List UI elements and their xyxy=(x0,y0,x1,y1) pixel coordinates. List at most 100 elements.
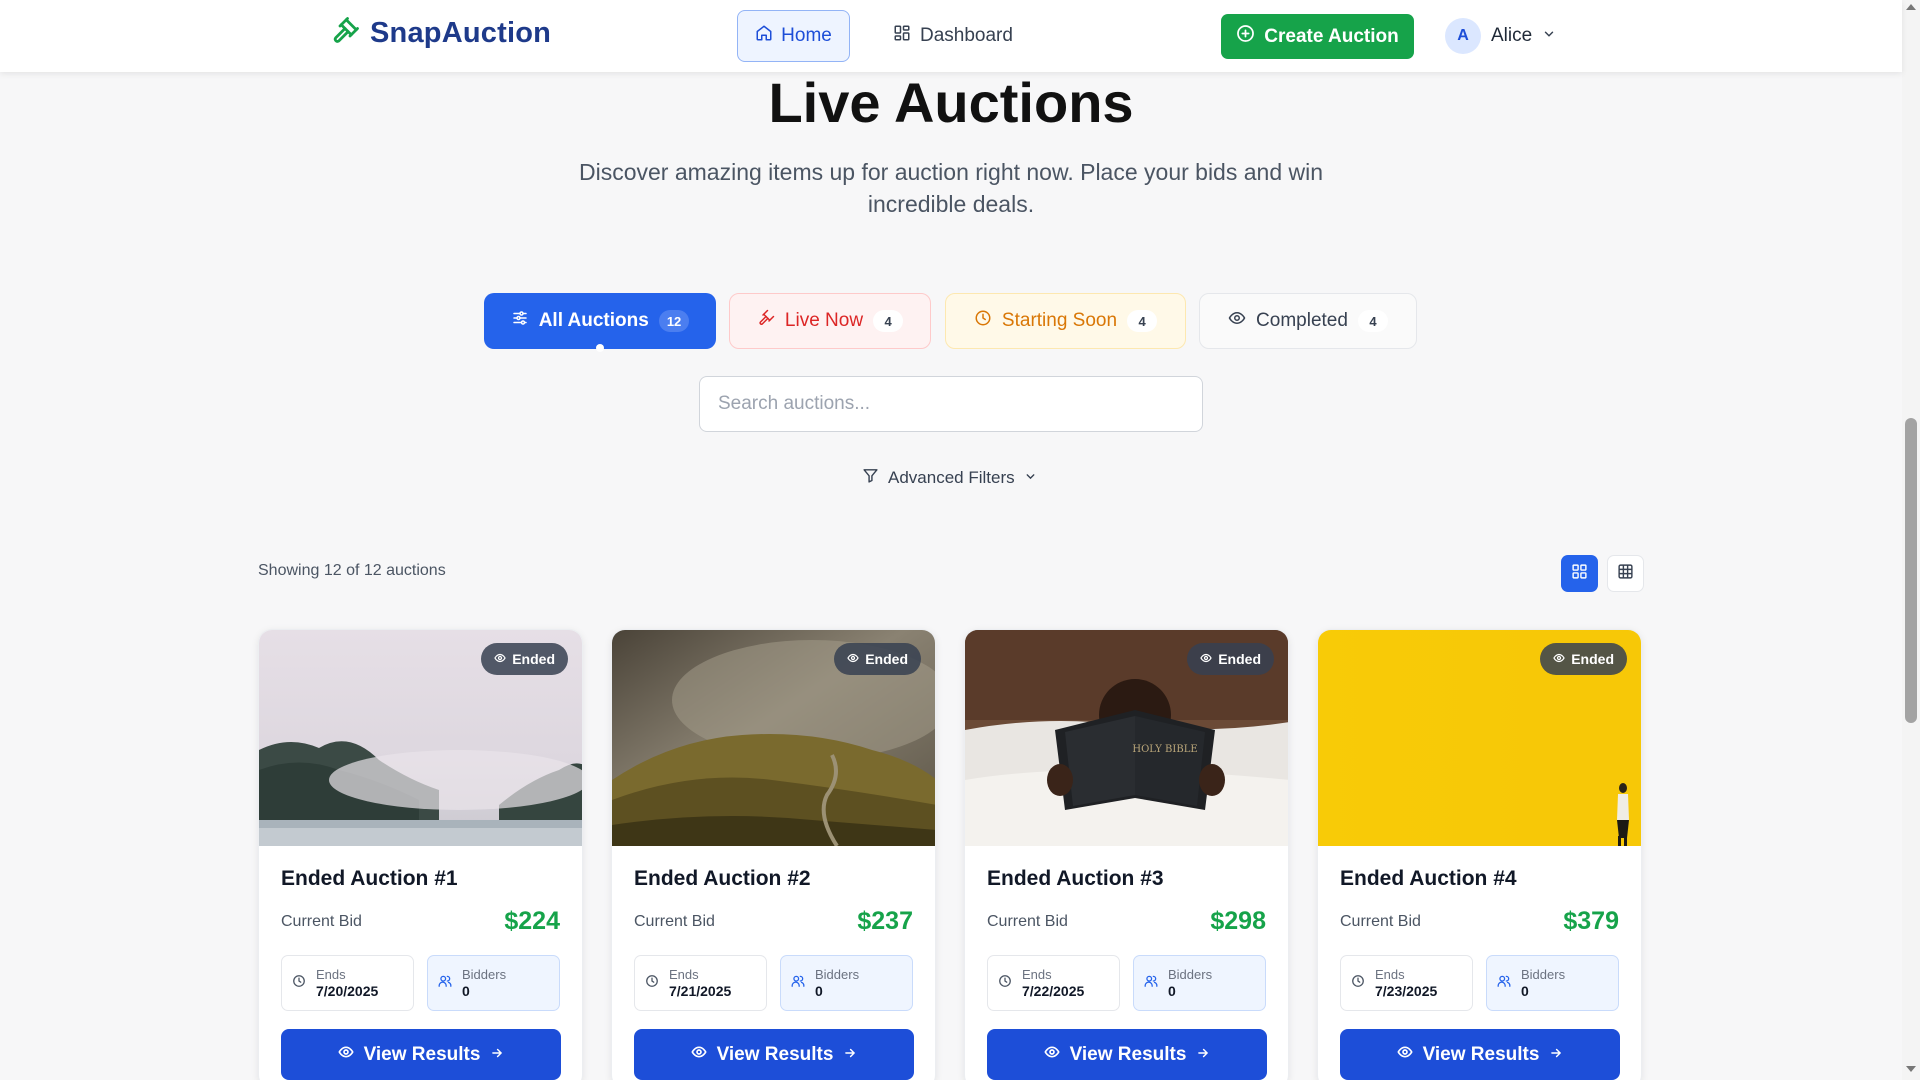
auction-title: Ended Auction #3 xyxy=(987,867,1164,890)
tab-label: All Auctions xyxy=(538,310,649,331)
ends-label: Ends xyxy=(316,967,346,982)
ends-stat: Ends 7/21/2025 xyxy=(634,955,767,1011)
dashboard-icon xyxy=(893,24,911,48)
bidders-stat: Bidders 0 xyxy=(780,955,913,1011)
clock-icon xyxy=(998,974,1012,993)
users-icon xyxy=(1497,974,1511,993)
view-results-button[interactable]: View Results xyxy=(987,1029,1267,1080)
arrow-right-icon xyxy=(490,1044,504,1066)
active-tab-indicator xyxy=(596,344,604,352)
gavel-icon xyxy=(330,16,360,51)
ends-value: 7/20/2025 xyxy=(316,983,379,999)
avatar: A xyxy=(1445,18,1481,54)
eye-icon xyxy=(1553,651,1565,667)
bidders-label: Bidders xyxy=(1521,967,1566,982)
eye-icon xyxy=(1043,1044,1060,1066)
ends-value: 7/22/2025 xyxy=(1022,983,1085,999)
nav-dashboard-label: Dashboard xyxy=(920,25,1013,46)
users-icon xyxy=(791,974,805,993)
results-count: Showing 12 of 12 auctions xyxy=(258,562,446,579)
ends-stat: Ends 7/22/2025 xyxy=(987,955,1120,1011)
scrollbar-thumb[interactable] xyxy=(1905,418,1917,723)
current-bid-value: $298 xyxy=(1210,907,1266,935)
status-badge-label: Ended xyxy=(865,651,908,667)
chevron-down-icon xyxy=(1024,468,1037,488)
tab-starting-soon[interactable]: Starting Soon 4 xyxy=(945,293,1186,349)
auction-card[interactable]: Ended Ended Auction #1 Current Bid $224 … xyxy=(258,629,583,1080)
search-input[interactable] xyxy=(699,376,1203,432)
bidders-label: Bidders xyxy=(1168,967,1213,982)
clock-icon xyxy=(645,974,659,993)
create-auction-label: Create Auction xyxy=(1264,25,1399,47)
status-badge-label: Ended xyxy=(512,651,555,667)
ends-value: 7/21/2025 xyxy=(669,983,732,999)
page-subtitle: Discover amazing items up for auction ri… xyxy=(578,159,1324,217)
status-badge-label: Ended xyxy=(1218,651,1261,667)
gavel-icon xyxy=(757,309,775,333)
view-results-button[interactable]: View Results xyxy=(1340,1029,1620,1080)
auction-title: Ended Auction #2 xyxy=(634,867,811,890)
status-badge: Ended xyxy=(481,643,568,675)
clock-icon xyxy=(292,974,306,993)
eye-icon xyxy=(1200,651,1212,667)
scroll-down-arrow-icon[interactable] xyxy=(1906,1066,1916,1072)
eye-icon xyxy=(1396,1044,1413,1066)
filter-icon xyxy=(862,467,879,489)
user-menu[interactable]: A Alice xyxy=(1445,18,1556,54)
bidders-value: 0 xyxy=(815,983,823,999)
advanced-filters-toggle[interactable]: Advanced Filters xyxy=(862,467,1037,489)
eye-icon xyxy=(847,651,859,667)
current-bid-value: $224 xyxy=(504,907,560,935)
arrow-right-icon xyxy=(1196,1044,1210,1066)
clock-icon xyxy=(974,309,992,333)
tab-count: 12 xyxy=(658,310,690,332)
current-bid-value: $379 xyxy=(1563,907,1619,935)
page-title: Live Auctions xyxy=(768,71,1134,134)
tab-count: 4 xyxy=(1357,310,1388,332)
create-auction-button[interactable]: Create Auction xyxy=(1221,14,1414,59)
brand-name: SnapAuction xyxy=(370,17,552,49)
view-results-label: View Results xyxy=(1069,1043,1187,1065)
sliders-icon xyxy=(511,309,529,333)
nav-home-link[interactable]: Home xyxy=(737,10,850,62)
advanced-filters-label: Advanced Filters xyxy=(888,468,1015,487)
status-badge: Ended xyxy=(834,643,921,675)
auction-card[interactable]: Ended Ended Auction #2 Current Bid $237 … xyxy=(611,629,936,1080)
auction-title: Ended Auction #1 xyxy=(281,867,458,890)
bidders-label: Bidders xyxy=(462,967,507,982)
tab-all-auctions[interactable]: All Auctions 12 xyxy=(484,293,716,352)
users-icon xyxy=(1144,974,1158,993)
arrow-right-icon xyxy=(1549,1044,1563,1066)
ends-stat: Ends 7/23/2025 xyxy=(1340,955,1473,1011)
tab-label: Completed xyxy=(1256,310,1348,331)
plus-circle-icon xyxy=(1236,24,1255,49)
eye-icon xyxy=(337,1044,354,1066)
users-icon xyxy=(438,974,452,993)
eye-icon xyxy=(1228,309,1246,333)
nav-dashboard-link[interactable]: Dashboard xyxy=(893,10,1013,62)
ends-label: Ends xyxy=(669,967,699,982)
user-name: Alice xyxy=(1491,25,1533,46)
grid-view-button[interactable] xyxy=(1561,555,1598,592)
bidders-stat: Bidders 0 xyxy=(1486,955,1619,1011)
view-results-label: View Results xyxy=(363,1043,481,1065)
tab-completed[interactable]: Completed 4 xyxy=(1199,293,1417,349)
tab-live-now[interactable]: Live Now 4 xyxy=(729,293,931,349)
auction-card[interactable]: HOLY BIBLE Ended Ended Auction #3 Curren… xyxy=(964,629,1289,1080)
view-results-button[interactable]: View Results xyxy=(281,1029,561,1080)
tab-label: Live Now xyxy=(784,310,864,331)
table-view-button[interactable] xyxy=(1607,555,1644,592)
auction-card[interactable]: Ended Ended Auction #4 Current Bid $379 … xyxy=(1317,629,1642,1080)
status-badge: Ended xyxy=(1540,643,1627,675)
view-results-label: View Results xyxy=(1422,1043,1540,1065)
current-bid-value: $237 xyxy=(857,907,913,935)
scroll-up-arrow-icon[interactable] xyxy=(1906,4,1916,10)
ends-value: 7/23/2025 xyxy=(1375,983,1438,999)
view-results-button[interactable]: View Results xyxy=(634,1029,914,1080)
status-badge-label: Ended xyxy=(1571,651,1614,667)
bidders-value: 0 xyxy=(1521,983,1529,999)
bidders-value: 0 xyxy=(1168,983,1176,999)
tab-label: Starting Soon xyxy=(1001,310,1118,331)
brand-logo[interactable]: SnapAuction xyxy=(330,16,551,51)
bidders-stat: Bidders 0 xyxy=(427,955,560,1011)
